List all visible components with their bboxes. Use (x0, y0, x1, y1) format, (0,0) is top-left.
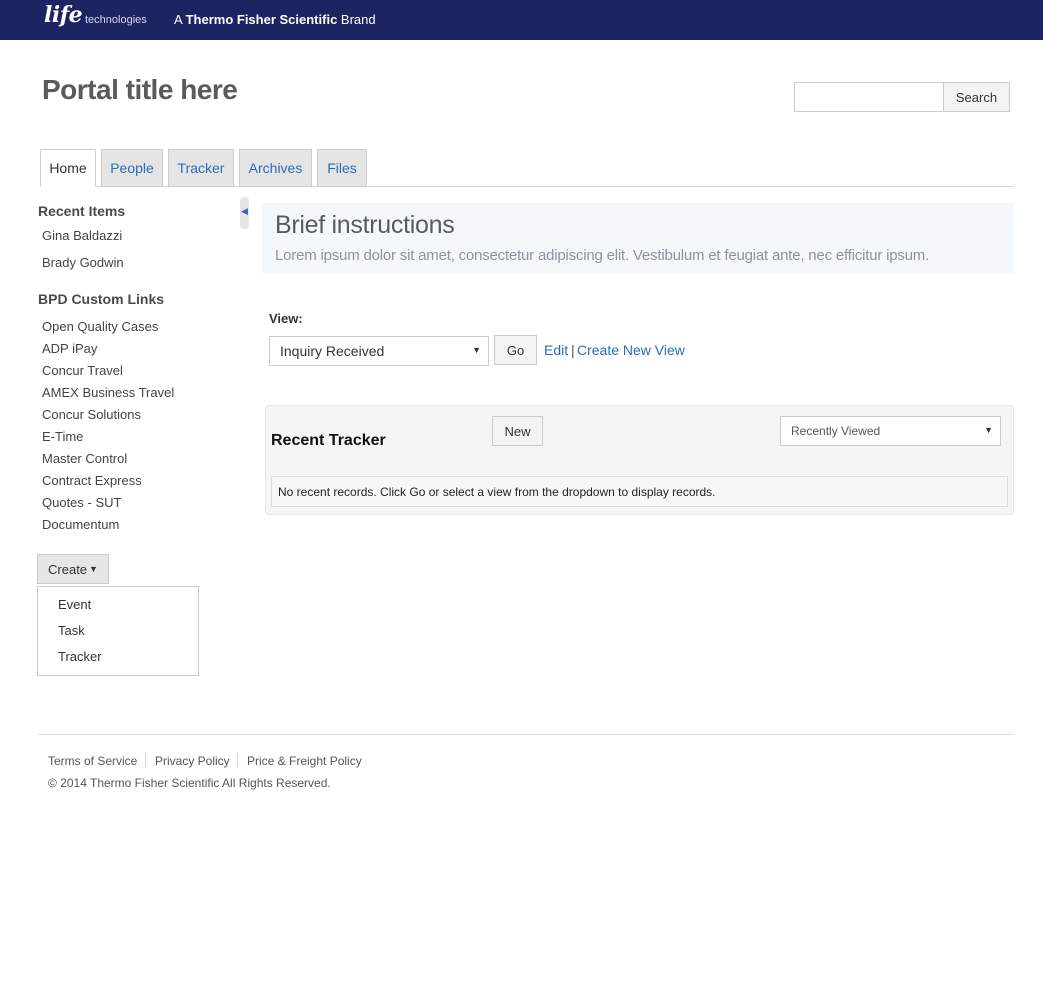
custom-link[interactable]: Concur Solutions (42, 407, 141, 422)
tab-archives[interactable]: Archives (239, 149, 312, 187)
custom-link[interactable]: Open Quality Cases (42, 319, 158, 334)
caret-down-icon: ▼ (984, 425, 993, 435)
caret-down-icon: ▼ (89, 564, 98, 574)
create-label: Create (48, 561, 88, 577)
empty-records-message: No recent records. Click Go or select a … (271, 476, 1008, 507)
sidebar-collapse-handle[interactable]: ◀ (240, 197, 249, 229)
view-select-value: Inquiry Received (280, 343, 385, 359)
instructions-title: Brief instructions (275, 211, 455, 239)
footer-separator (145, 753, 146, 767)
custom-links-heading: BPD Custom Links (38, 291, 165, 307)
create-menu: Event Task Tracker (37, 586, 199, 676)
collapse-left-icon: ◀ (241, 206, 248, 216)
create-menu-item-task[interactable]: Task (58, 623, 85, 638)
tab-people[interactable]: People (101, 149, 163, 187)
tagline-prefix: A (174, 12, 182, 27)
recent-tracker-title: Recent Tracker (271, 432, 386, 449)
life-technologies-logo[interactable]: life (44, 2, 83, 28)
new-record-button[interactable]: New (492, 416, 543, 446)
footer-separator (237, 753, 238, 767)
footer-divider (38, 734, 1014, 735)
create-dropdown-button[interactable]: Create ▼ (37, 554, 109, 584)
view-select[interactable]: Inquiry Received ▼ (269, 336, 489, 366)
brand-bar: life technologies A Thermo Fisher Scient… (0, 0, 1043, 40)
tab-home[interactable]: Home (40, 149, 96, 187)
recent-item[interactable]: Gina Baldazzi (42, 228, 122, 243)
instructions-panel: Brief instructions Lorem ipsum dolor sit… (262, 203, 1014, 273)
custom-link[interactable]: Contract Express (42, 473, 142, 488)
tab-files[interactable]: Files (317, 149, 367, 187)
brand-tagline: A Thermo Fisher Scientific Brand (174, 12, 376, 27)
go-button[interactable]: Go (494, 335, 537, 365)
instructions-body: Lorem ipsum dolor sit amet, consectetur … (275, 247, 930, 264)
custom-link[interactable]: E-Time (42, 429, 83, 444)
custom-link[interactable]: Quotes - SUT (42, 495, 121, 510)
caret-down-icon: ▼ (472, 345, 481, 355)
tagline-suffix: Brand (340, 12, 376, 27)
footer-link-terms[interactable]: Terms of Service (48, 754, 137, 768)
recent-filter-value: Recently Viewed (791, 424, 881, 438)
custom-link[interactable]: Concur Travel (42, 363, 123, 378)
footer-link-privacy[interactable]: Privacy Policy (155, 754, 230, 768)
create-menu-item-tracker[interactable]: Tracker (58, 649, 102, 664)
recent-items-heading: Recent Items (38, 203, 126, 219)
recent-item[interactable]: Brady Godwin (42, 255, 124, 270)
portal-title: Portal title here (42, 74, 238, 105)
search-button[interactable]: Search (943, 82, 1010, 112)
custom-link[interactable]: Documentum (42, 517, 119, 532)
recent-filter-select[interactable]: Recently Viewed ▼ (780, 416, 1001, 446)
create-menu-item-event[interactable]: Event (58, 597, 91, 612)
create-new-view-link[interactable]: Create New View (577, 342, 685, 358)
copyright-text: © 2014 Thermo Fisher Scientific All Righ… (48, 776, 331, 790)
custom-link[interactable]: ADP iPay (42, 341, 97, 356)
tab-tracker[interactable]: Tracker (168, 149, 234, 187)
search-input[interactable] (794, 82, 944, 112)
tagline-bold: Thermo Fisher Scientific (185, 12, 338, 27)
view-label: View: (269, 311, 303, 326)
link-separator: | (571, 342, 575, 358)
footer-link-price-freight[interactable]: Price & Freight Policy (247, 754, 362, 768)
custom-link[interactable]: AMEX Business Travel (42, 385, 174, 400)
edit-view-link[interactable]: Edit (544, 342, 568, 358)
recent-tracker-panel: Recent Tracker New Recently Viewed ▼ No … (265, 405, 1014, 515)
custom-link[interactable]: Master Control (42, 451, 127, 466)
logo-subtitle: technologies (85, 14, 147, 26)
